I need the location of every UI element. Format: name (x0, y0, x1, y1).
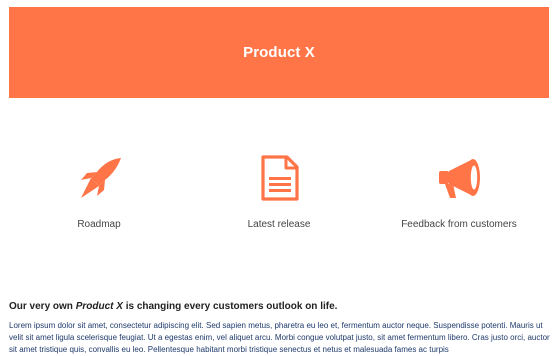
intro-headline: Our very own Product X is changing every… (9, 301, 549, 312)
headline-text-before: Our very own (9, 301, 76, 312)
megaphone-icon (437, 154, 483, 202)
feature-roadmap[interactable]: Roadmap (9, 150, 189, 240)
header-banner: Product X (9, 7, 549, 98)
feature-label: Feedback from customers (401, 219, 517, 230)
document-icon (257, 154, 303, 202)
headline-product-name: Product X (75, 301, 123, 312)
page-title: Product X (243, 44, 315, 61)
feature-latest-release[interactable]: Latest release (189, 150, 369, 240)
feature-feedback[interactable]: Feedback from customers (369, 150, 549, 240)
feature-row: Roadmap Latest release Feedback from cus… (9, 150, 549, 240)
feature-label: Roadmap (77, 219, 121, 230)
rocket-icon (77, 154, 123, 202)
headline-text-after: is changing every customers outlook on l… (122, 301, 338, 312)
page: Product X Roadmap Latest release Feedbac… (0, 0, 558, 356)
intro-body: Lorem ipsum dolor sit amet, consectetur … (9, 321, 550, 354)
feature-label: Latest release (247, 219, 311, 230)
